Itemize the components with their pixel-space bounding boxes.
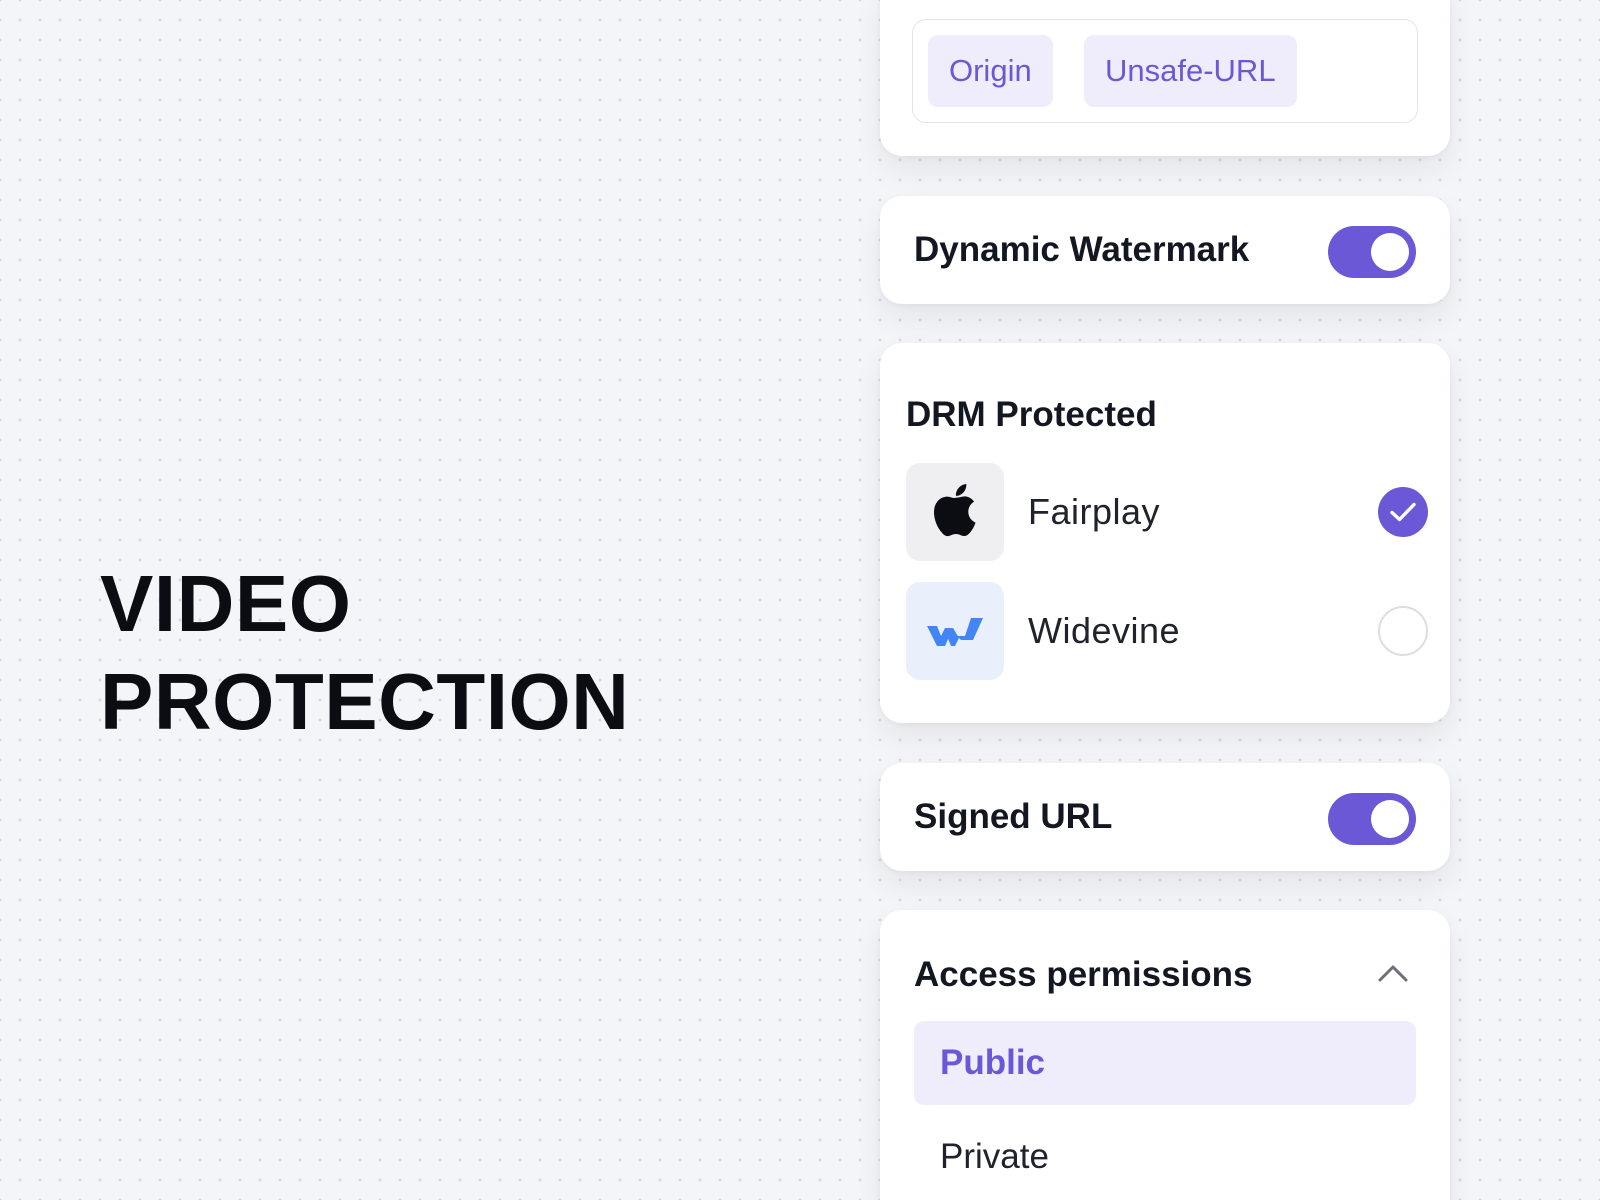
drm-option-fairplay[interactable]: Fairplay — [906, 463, 1428, 561]
fairplay-radio-checked[interactable] — [1378, 487, 1428, 537]
access-permissions-title: Access permissions — [914, 955, 1253, 994]
check-icon — [1390, 502, 1416, 522]
headline-line-2: PROTECTION — [100, 657, 630, 746]
tags-input[interactable]: Origin Unsafe-URL — [912, 19, 1418, 123]
widevine-icon — [906, 582, 1004, 680]
dynamic-watermark-card: Dynamic Watermark — [880, 196, 1450, 304]
apple-icon — [906, 463, 1004, 561]
tag-unsafe-url[interactable]: Unsafe-URL — [1084, 35, 1297, 107]
signed-url-card: Signed URL — [880, 763, 1450, 871]
drm-protected-card: DRM Protected Fairplay Widevine — [880, 343, 1450, 723]
dynamic-watermark-toggle[interactable] — [1328, 226, 1416, 278]
tag-origin[interactable]: Origin — [928, 35, 1053, 107]
chevron-up-icon[interactable] — [1376, 958, 1410, 988]
drm-option-label: Fairplay — [1028, 491, 1161, 532]
access-permissions-card: Access permissions Public Private — [880, 910, 1450, 1200]
headline-line-1: VIDEO — [100, 559, 352, 648]
referrer-tags-card: Origin Unsafe-URL — [880, 0, 1450, 156]
toggle-knob — [1371, 233, 1409, 271]
access-option-private[interactable]: Private — [914, 1115, 1416, 1199]
access-option-public[interactable]: Public — [914, 1021, 1416, 1105]
dynamic-watermark-label: Dynamic Watermark — [914, 230, 1250, 269]
signed-url-label: Signed URL — [914, 797, 1113, 836]
toggle-knob — [1371, 800, 1409, 838]
drm-title: DRM Protected — [906, 395, 1157, 434]
signed-url-toggle[interactable] — [1328, 793, 1416, 845]
drm-option-widevine[interactable]: Widevine — [906, 582, 1428, 680]
drm-option-label: Widevine — [1028, 610, 1181, 651]
page-headline: VIDEO PROTECTION — [100, 555, 629, 751]
widevine-radio-unchecked[interactable] — [1378, 606, 1428, 656]
